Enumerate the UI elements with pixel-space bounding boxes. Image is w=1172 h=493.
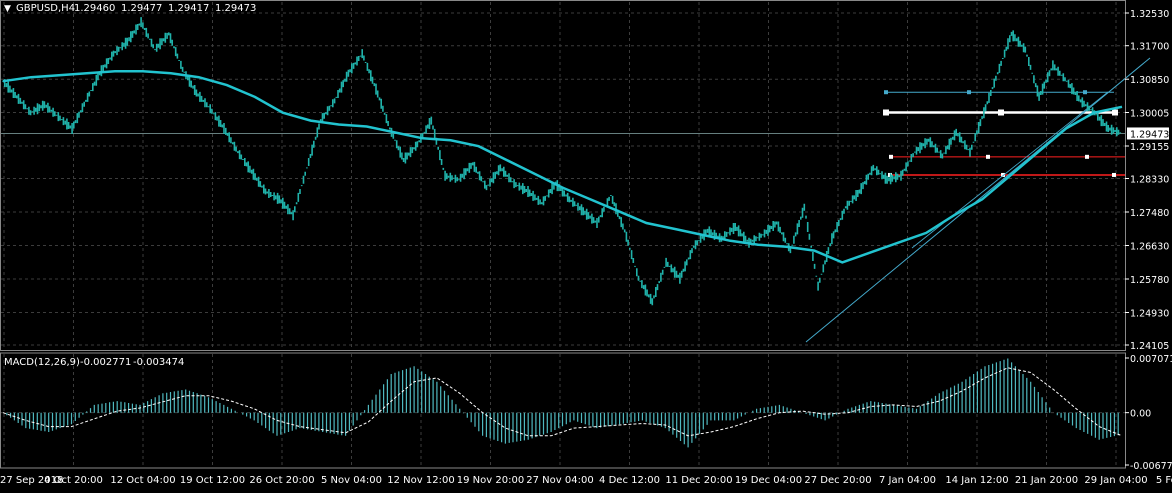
x-tick-label: 19 Dec 04:00 <box>735 475 802 486</box>
macd-main-value: -0.002771 <box>80 357 131 368</box>
collapse-triangle-icon[interactable]: ▼ <box>4 4 11 14</box>
white-level-anchor <box>1112 109 1118 116</box>
y-tick-label: 1.31700 <box>1130 42 1169 53</box>
x-tick-label: 27 Dec 20:00 <box>804 475 871 486</box>
x-tick-label: 19 Oct 12:00 <box>180 475 245 486</box>
y-tick-label: 1.24930 <box>1130 308 1169 319</box>
x-tick-label: 19 Nov 20:00 <box>457 475 524 486</box>
cyan-level-anchor <box>967 90 971 95</box>
y-tick-label: 1.30850 <box>1130 75 1169 86</box>
current-price-label: 1.29473 <box>1130 129 1169 140</box>
x-tick-label: 29 Jan 04:00 <box>1084 475 1147 486</box>
x-tick-label: 21 Jan 20:00 <box>1015 475 1078 486</box>
red-upper-anchor <box>1085 154 1089 159</box>
red-upper-anchor <box>889 154 893 159</box>
y-tick-label: 1.32530 <box>1130 9 1169 20</box>
symbol-label: GBPUSD,H4 <box>16 3 75 14</box>
y-tick-label: 1.26630 <box>1130 241 1169 252</box>
white-level-anchor <box>998 109 1004 116</box>
red-upper-anchor <box>986 154 990 159</box>
x-tick-label: 27 Nov 04:00 <box>526 475 593 486</box>
current-price-marker: 1.29473 <box>1127 127 1169 140</box>
x-tick-label: 11 Dec 20:00 <box>665 475 732 486</box>
x-tick-label: 12 Oct 04:00 <box>110 475 175 486</box>
red-lower-anchor <box>1112 172 1116 177</box>
x-tick-label: 26 Oct 20:00 <box>249 475 314 486</box>
y-tick-label: 1.24105 <box>1130 341 1169 352</box>
y-tick-label: 1.27480 <box>1130 208 1169 219</box>
white-level-anchor <box>883 109 889 116</box>
x-tick-label: 5 Nov 04:00 <box>321 475 382 486</box>
x-tick-label: 14 Jan 12:00 <box>945 475 1008 486</box>
y-tick-label: 1.29155 <box>1130 142 1169 153</box>
x-tick-label: 5 Feb 12:00 <box>1156 475 1172 486</box>
y-tick-label: 1.30005 <box>1130 109 1169 120</box>
x-tick-label: 4 Oct 20:00 <box>44 475 103 486</box>
cyan-level-anchor <box>1083 90 1087 95</box>
macd-label: MACD(12,26,9) <box>4 357 80 368</box>
trading-chart[interactable]: 1.32530 1.31700 1.30850 1.30005 1.29155 1.283… <box>0 0 1172 489</box>
open-value: 1.29460 <box>74 3 115 14</box>
chart-header: ▼ GBPUSD,H4 1.29460 1.29477 1.29417 1.29… <box>4 3 256 14</box>
close-value: 1.29473 <box>215 3 256 14</box>
x-tick-label: 7 Jan 04:00 <box>879 475 936 486</box>
x-tick-label: 4 Dec 12:00 <box>599 475 660 486</box>
macd-y-tick-label: 0.007071 <box>1130 354 1172 365</box>
y-tick-label: 1.25780 <box>1130 275 1169 286</box>
macd-header: MACD(12,26,9) -0.002771 -0.003474 <box>4 357 184 368</box>
low-value: 1.29417 <box>168 3 209 14</box>
y-tick-label: 1.28330 <box>1130 175 1169 186</box>
macd-signal-value: -0.003474 <box>133 357 184 368</box>
macd-y-tick-label: -0.006772 <box>1130 461 1172 472</box>
cyan-level-anchor <box>884 90 888 95</box>
high-value: 1.29477 <box>121 3 162 14</box>
macd-y-tick-label: 0.00 <box>1130 409 1151 420</box>
x-tick-label: 12 Nov 12:00 <box>387 475 454 486</box>
